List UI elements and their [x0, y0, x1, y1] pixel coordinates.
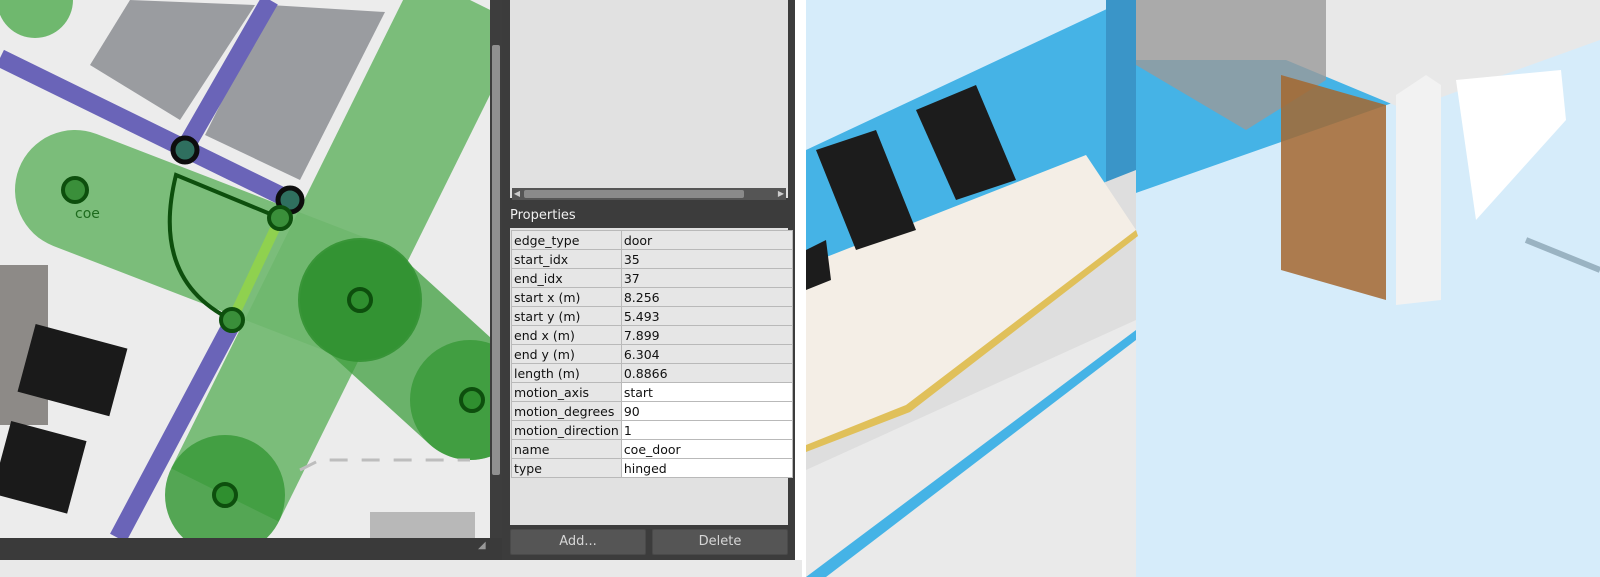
- 3d-scene: [806, 0, 1600, 577]
- property-value: 7.899: [620, 325, 793, 345]
- arrow-left-icon[interactable]: ◀: [512, 188, 522, 200]
- property-row[interactable]: type hinged: [511, 458, 793, 478]
- vertex: [347, 287, 373, 313]
- property-key: end_idx: [511, 268, 622, 288]
- property-value: 8.256: [620, 287, 793, 307]
- vertex: [267, 205, 293, 231]
- properties-table: edge_type door start_idx 35 end_idx 37 start x…: [511, 230, 793, 478]
- property-key: motion_degrees: [511, 401, 622, 421]
- property-value: 35: [620, 249, 793, 269]
- property-key: length (m): [511, 363, 622, 383]
- property-key: motion_axis: [511, 382, 622, 402]
- property-row: start_idx 35: [511, 249, 793, 269]
- vertex: [170, 135, 200, 165]
- properties-title: Properties: [510, 208, 576, 223]
- property-row[interactable]: motion_axis start: [511, 382, 793, 402]
- wall-pillar: [1396, 75, 1441, 305]
- resize-corner-icon: ◢: [478, 540, 486, 551]
- status-strip: [0, 560, 802, 577]
- property-row: edge_type door: [511, 230, 793, 250]
- arrow-right-icon[interactable]: ▶: [776, 188, 786, 200]
- property-value: door: [620, 230, 793, 250]
- property-value[interactable]: 1: [620, 420, 793, 440]
- property-key: start_idx: [511, 249, 622, 269]
- scroll-thumb[interactable]: [492, 45, 500, 475]
- property-key: name: [511, 439, 622, 459]
- item-list[interactable]: [510, 0, 788, 198]
- map-drawing: coe: [0, 0, 490, 538]
- 3d-view[interactable]: [806, 0, 1600, 577]
- property-row: end y (m) 6.304: [511, 344, 793, 364]
- property-key: motion_direction: [511, 420, 622, 440]
- vertex: [219, 307, 245, 333]
- vertex: [61, 176, 89, 204]
- property-row: length (m) 0.8866: [511, 363, 793, 383]
- property-value: 0.8866: [620, 363, 793, 383]
- list-horizontal-scrollbar[interactable]: ◀ ▶: [512, 188, 786, 200]
- property-key: type: [511, 458, 622, 478]
- map-vertical-scrollbar[interactable]: [490, 0, 502, 538]
- property-key: end x (m): [511, 325, 622, 345]
- property-value: 6.304: [620, 344, 793, 364]
- property-value[interactable]: start: [620, 382, 793, 402]
- map-canvas[interactable]: coe: [0, 0, 490, 538]
- map-horizontal-scrollbar[interactable]: [0, 538, 502, 560]
- property-value: 37: [620, 268, 793, 288]
- add-button[interactable]: Add...: [510, 529, 646, 555]
- door: [1281, 75, 1386, 300]
- vertex-label: coe: [75, 206, 100, 222]
- property-row[interactable]: motion_degrees 90: [511, 401, 793, 421]
- vertex: [212, 482, 238, 508]
- property-row: start x (m) 8.256: [511, 287, 793, 307]
- vertex: [459, 387, 485, 413]
- cabinet: [370, 512, 475, 538]
- delete-button[interactable]: Delete: [652, 529, 788, 555]
- property-value[interactable]: coe_door: [620, 439, 793, 459]
- property-value[interactable]: 90: [620, 401, 793, 421]
- property-key: edge_type: [511, 230, 622, 250]
- property-row: end x (m) 7.899: [511, 325, 793, 345]
- property-row[interactable]: motion_direction 1: [511, 420, 793, 440]
- property-key: end y (m): [511, 344, 622, 364]
- list-scroll-thumb[interactable]: [524, 190, 744, 198]
- property-value: 5.493: [620, 306, 793, 326]
- property-key: start x (m): [511, 287, 622, 307]
- property-value[interactable]: hinged: [620, 458, 793, 478]
- property-row[interactable]: name coe_door: [511, 439, 793, 459]
- property-key: start y (m): [511, 306, 622, 326]
- property-row: end_idx 37: [511, 268, 793, 288]
- property-row: start y (m) 5.493: [511, 306, 793, 326]
